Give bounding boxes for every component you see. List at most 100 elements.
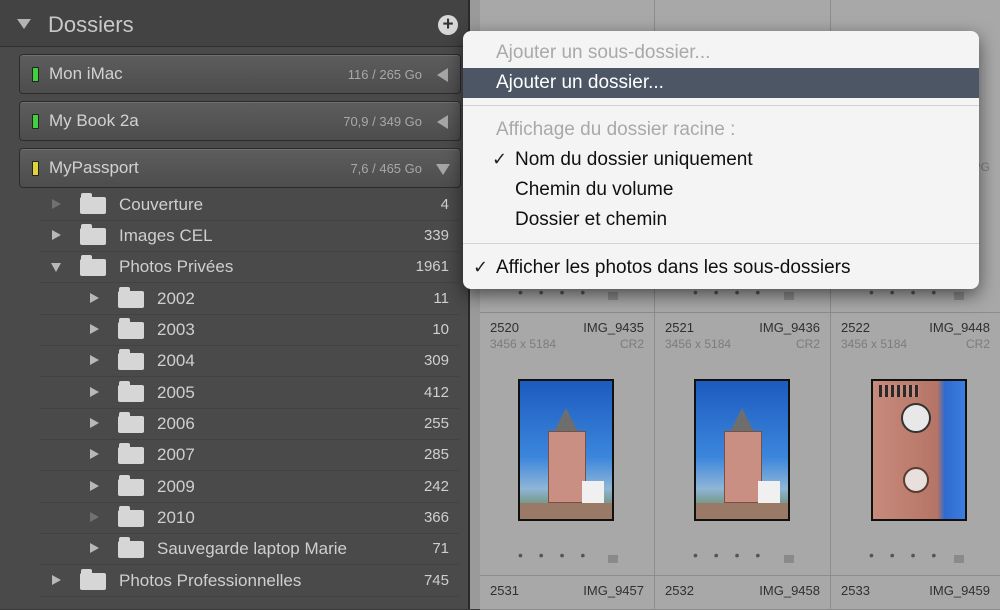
house (582, 481, 604, 503)
grid-cell[interactable]: 2521 IMG_9436 3456 x 5184 CR2 • • • • (655, 313, 831, 576)
church-photo-thumbnail[interactable] (694, 379, 790, 521)
menu-separator (463, 105, 979, 106)
volume-mon-imac[interactable]: Mon iMac 116 / 265 Go (19, 54, 461, 94)
disclosure-triangle-icon[interactable] (52, 575, 61, 585)
folder-row-2006[interactable]: 2006 255 (40, 408, 459, 440)
grid-cell[interactable]: 2522 IMG_9448 3456 x 5184 CR2 • • • • (831, 313, 1000, 576)
folder-row-photos-professionnelles[interactable]: Photos Professionnelles 745 (40, 565, 459, 597)
folder-row-2005[interactable]: 2005 412 (40, 377, 459, 409)
volume-size: 70,9 / 349 Go (343, 114, 422, 129)
folder-row-2002[interactable]: 2002 11 (40, 283, 459, 315)
folder-count: 10 (432, 321, 449, 338)
folder-row-couverture[interactable]: Couverture 4 (40, 189, 459, 221)
menu-item-label: Ajouter un dossier... (496, 72, 664, 93)
disclosure-triangle-icon[interactable] (90, 418, 99, 428)
context-menu: Ajouter un sous-dossier... Ajouter un do… (463, 31, 979, 289)
photo-filename: IMG_9458 (759, 583, 820, 598)
menu-item-label: Chemin du volume (515, 179, 674, 200)
menu-item-label: Dossier et chemin (515, 209, 668, 230)
collapse-triangle-icon[interactable] (436, 164, 450, 175)
panel-header[interactable]: Dossiers + (0, 0, 468, 47)
folder-name: 2004 (157, 351, 195, 370)
photo-index: 2533 (841, 583, 870, 598)
rating-dots: • • • • (693, 547, 767, 563)
disclosure-triangle-icon[interactable] (51, 263, 61, 272)
folder-icon (80, 255, 106, 276)
grid-cell[interactable]: 2520 IMG_9435 3456 x 5184 CR2 • • • • (480, 313, 655, 576)
menu-item-add-subfolder: Ajouter un sous-dossier... (463, 38, 979, 68)
tower-photo-thumbnail[interactable] (871, 379, 967, 521)
rating-dots: • • • • (518, 547, 592, 563)
disclosure-triangle-icon[interactable] (90, 481, 99, 491)
grid-cell[interactable]: 2531 IMG_9457 (480, 576, 655, 610)
folder-name: 2003 (157, 320, 195, 339)
expand-triangle-icon[interactable] (437, 68, 448, 82)
volume-name: Mon iMac (49, 64, 123, 83)
folder-name: 2002 (157, 289, 195, 308)
folder-row-2004[interactable]: 2004 309 (40, 345, 459, 377)
collapse-triangle-icon[interactable] (17, 19, 31, 29)
folders-panel: Dossiers + Mon iMac 116 / 265 Go My Book… (0, 0, 470, 609)
folder-count: 366 (423, 509, 449, 526)
volume-my-book[interactable]: My Book 2a 70,9 / 349 Go (19, 101, 461, 141)
rose-window (903, 467, 929, 493)
church-photo-thumbnail[interactable] (518, 379, 614, 521)
menu-item-folder-name-only[interactable]: ✓ Nom du dossier uniquement (463, 145, 979, 175)
checkmark-icon: ✓ (492, 149, 508, 169)
menu-item-label: Nom du dossier uniquement (515, 149, 753, 170)
color-label-swatch (954, 292, 964, 300)
folder-icon (80, 569, 106, 590)
volume-status-led (32, 114, 39, 129)
folder-row-photos-privees[interactable]: Photos Privées 1961 (40, 251, 459, 283)
grid-cell[interactable]: 2532 IMG_9458 (655, 576, 831, 610)
menu-item-volume-path[interactable]: Chemin du volume (463, 175, 979, 205)
disclosure-triangle-icon[interactable] (90, 543, 99, 553)
disclosure-triangle-icon[interactable] (90, 387, 99, 397)
folder-count: 339 (423, 227, 449, 244)
disclosure-triangle-icon[interactable] (90, 449, 99, 459)
expand-triangle-icon[interactable] (437, 115, 448, 129)
add-folder-plus-icon[interactable]: + (438, 15, 458, 35)
disclosure-triangle-icon[interactable] (90, 355, 99, 365)
folder-row-2007[interactable]: 2007 285 (40, 439, 459, 471)
folder-row-2003[interactable]: 2003 10 (40, 314, 459, 346)
folder-icon (118, 318, 144, 339)
disclosure-triangle-icon[interactable] (90, 324, 99, 334)
menu-item-show-photos-in-subfolders[interactable]: ✓ Afficher les photos dans les sous-doss… (463, 253, 979, 283)
disclosure-triangle-icon[interactable] (90, 293, 99, 303)
volume-name: MyPassport (49, 158, 139, 177)
menu-item-add-folder[interactable]: Ajouter un dossier... (463, 68, 979, 98)
disclosure-triangle-icon[interactable] (52, 230, 61, 240)
menu-item-label: Afficher les photos dans les sous-dossie… (496, 257, 851, 278)
folder-name: Photos Privées (119, 257, 234, 276)
photo-dimensions: 3456 x 5184 (490, 337, 557, 351)
photo-filename: IMG_9459 (929, 583, 990, 598)
folder-row-sauvegarde-laptop-marie[interactable]: Sauvegarde laptop Marie 71 (40, 533, 459, 565)
folder-row-images-cel[interactable]: Images CEL 339 (40, 220, 459, 252)
photo-index: 2522 (841, 320, 870, 335)
folder-name: 2007 (157, 445, 195, 464)
folder-count: 1961 (415, 258, 449, 275)
folder-row-2010[interactable]: 2010 366 (40, 502, 459, 534)
folder-row-2009[interactable]: 2009 242 (40, 471, 459, 503)
ground (520, 503, 612, 519)
photo-index: 2532 (665, 583, 694, 598)
color-label-swatch (954, 555, 964, 563)
folder-icon (118, 349, 144, 370)
folder-count: 285 (423, 446, 449, 463)
church-body (724, 431, 762, 503)
ground (696, 503, 788, 519)
photo-dimensions: 3456 x 5184 (841, 337, 908, 351)
folder-icon (80, 224, 106, 245)
photo-filename: IMG_9435 (583, 320, 644, 335)
grid-cell[interactable]: 2533 IMG_9459 (831, 576, 1000, 610)
rating-dots: • • • • (869, 547, 943, 563)
folder-icon (118, 412, 144, 433)
folder-count: 745 (423, 572, 449, 589)
menu-item-folder-and-path[interactable]: Dossier et chemin (463, 205, 979, 235)
volume-mypassport[interactable]: MyPassport 7,6 / 465 Go (19, 148, 461, 188)
disclosure-triangle-icon (90, 512, 99, 522)
photo-filename: IMG_9436 (759, 320, 820, 335)
photo-index: 2531 (490, 583, 519, 598)
color-label-swatch (784, 292, 794, 300)
